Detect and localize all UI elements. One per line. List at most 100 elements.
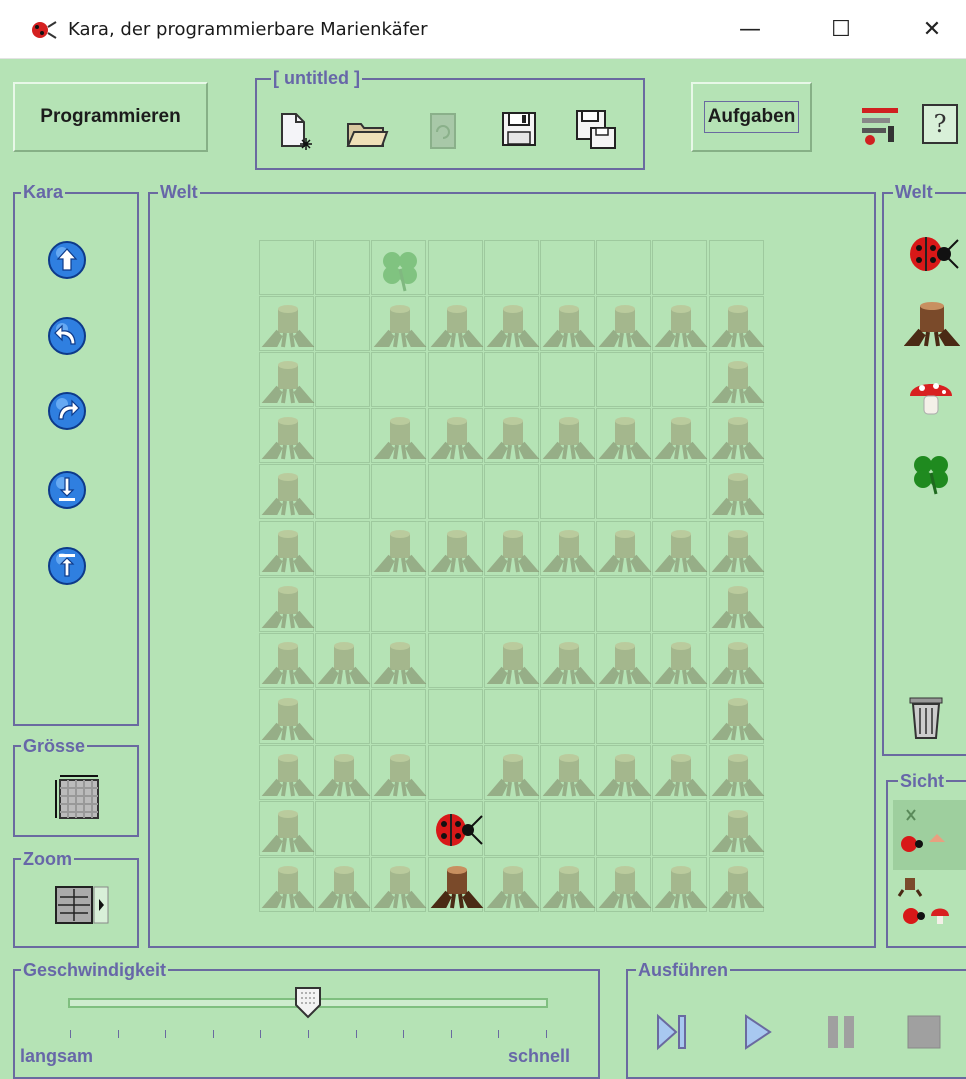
- move-forward-icon[interactable]: [47, 240, 87, 280]
- close-button[interactable]: ✕: [909, 10, 955, 48]
- world-cell[interactable]: [427, 857, 483, 913]
- world-cell[interactable]: [427, 744, 483, 800]
- world-cell[interactable]: [315, 240, 371, 295]
- world-cell[interactable]: [708, 744, 764, 800]
- palette-mushroom-icon[interactable]: [906, 372, 956, 420]
- world-cell[interactable]: [483, 576, 539, 632]
- turn-left-icon[interactable]: [47, 316, 87, 356]
- world-cell[interactable]: [371, 688, 427, 744]
- zoom-icon[interactable]: [54, 885, 112, 925]
- trash-icon[interactable]: [906, 692, 946, 742]
- world-cell[interactable]: [483, 408, 540, 464]
- world-cell[interactable]: [259, 296, 315, 352]
- world-cell[interactable]: [371, 408, 427, 464]
- world-cell[interactable]: [596, 801, 652, 856]
- world-cell[interactable]: [708, 352, 764, 408]
- world-size-icon[interactable]: [52, 772, 104, 822]
- palette-kara-icon[interactable]: [904, 230, 960, 276]
- world-cell[interactable]: [652, 240, 708, 295]
- world-cell[interactable]: [596, 688, 652, 744]
- world-cell[interactable]: [371, 296, 427, 352]
- world-cell[interactable]: [259, 408, 315, 464]
- world-cell[interactable]: [315, 857, 371, 913]
- save-icon[interactable]: [500, 110, 538, 150]
- world-cell[interactable]: [596, 744, 652, 800]
- world-cell[interactable]: [540, 240, 595, 295]
- open-folder-icon[interactable]: [345, 116, 389, 150]
- world-cell[interactable]: [427, 520, 483, 576]
- world-cell[interactable]: [371, 464, 427, 520]
- world-cell[interactable]: [371, 857, 427, 913]
- world-cell[interactable]: [427, 576, 483, 632]
- world-cell[interactable]: [371, 240, 427, 295]
- world-cell[interactable]: [483, 857, 540, 913]
- world-cell[interactable]: [652, 576, 708, 632]
- save-as-icon[interactable]: [574, 108, 618, 152]
- world-cell[interactable]: [540, 352, 595, 408]
- world-cell[interactable]: [540, 576, 595, 632]
- world-cell[interactable]: [596, 352, 652, 408]
- world-cell[interactable]: [652, 520, 708, 576]
- world-cell[interactable]: [596, 296, 652, 352]
- world-cell[interactable]: [708, 520, 764, 576]
- world-cell[interactable]: [652, 464, 708, 520]
- world-cell[interactable]: [708, 688, 764, 744]
- world-cell[interactable]: [371, 352, 427, 408]
- world-cell[interactable]: [315, 464, 371, 520]
- world-cell[interactable]: [596, 576, 652, 632]
- world-cell[interactable]: [652, 744, 708, 800]
- world-cell[interactable]: [315, 296, 371, 352]
- world-cell[interactable]: [652, 296, 708, 352]
- remove-leaf-icon[interactable]: [47, 546, 87, 586]
- world-cell[interactable]: [540, 464, 595, 520]
- world-cell[interactable]: [540, 801, 595, 856]
- world-cell[interactable]: [371, 632, 427, 688]
- world-cell[interactable]: [596, 408, 652, 464]
- stop-icon[interactable]: [906, 1014, 942, 1050]
- world-cell[interactable]: [315, 744, 371, 800]
- pause-icon[interactable]: [824, 1012, 860, 1052]
- world-cell[interactable]: [259, 688, 315, 744]
- new-file-icon[interactable]: [278, 112, 314, 152]
- world-cell[interactable]: [596, 857, 652, 913]
- world-cell[interactable]: [259, 857, 315, 913]
- palette-clover-icon[interactable]: [906, 448, 956, 498]
- aufgaben-button[interactable]: Aufgaben: [691, 82, 812, 152]
- world-cell[interactable]: [652, 352, 708, 408]
- settings-tools-icon[interactable]: [858, 100, 908, 150]
- world-cell[interactable]: [652, 688, 708, 744]
- world-cell[interactable]: [652, 632, 708, 688]
- put-leaf-icon[interactable]: [47, 470, 87, 510]
- world-cell[interactable]: [596, 520, 652, 576]
- world-cell[interactable]: [483, 352, 539, 408]
- world-cell[interactable]: [259, 744, 315, 800]
- world-cell[interactable]: [540, 857, 596, 913]
- world-cell[interactable]: [427, 688, 483, 744]
- view-option-normal[interactable]: [893, 874, 966, 938]
- world-cell[interactable]: [483, 464, 539, 520]
- world-cell[interactable]: [708, 240, 764, 295]
- world-cell[interactable]: [540, 408, 596, 464]
- world-cell[interactable]: [371, 801, 427, 856]
- world-cell[interactable]: [259, 240, 314, 295]
- world-cell[interactable]: [315, 576, 371, 632]
- world-cell[interactable]: [708, 632, 764, 688]
- maximize-button[interactable]: ☐: [818, 10, 864, 48]
- world-cell[interactable]: [315, 352, 371, 408]
- programmieren-button[interactable]: Programmieren: [13, 82, 208, 152]
- world-cell[interactable]: [540, 688, 595, 744]
- world-cell[interactable]: [540, 632, 596, 688]
- world-cell[interactable]: [371, 520, 427, 576]
- world-cell[interactable]: [315, 408, 371, 464]
- world-cell[interactable]: [708, 296, 764, 352]
- world-cell[interactable]: [708, 801, 764, 856]
- world-cell[interactable]: [483, 801, 539, 856]
- world-cell[interactable]: [315, 632, 371, 688]
- world-cell[interactable]: [259, 801, 315, 856]
- help-icon[interactable]: ?: [922, 104, 958, 144]
- world-cell[interactable]: [483, 296, 540, 352]
- world-cell[interactable]: [315, 801, 371, 856]
- world-cell[interactable]: [708, 408, 764, 464]
- world-cell[interactable]: [315, 520, 371, 576]
- world-cell[interactable]: [540, 744, 596, 800]
